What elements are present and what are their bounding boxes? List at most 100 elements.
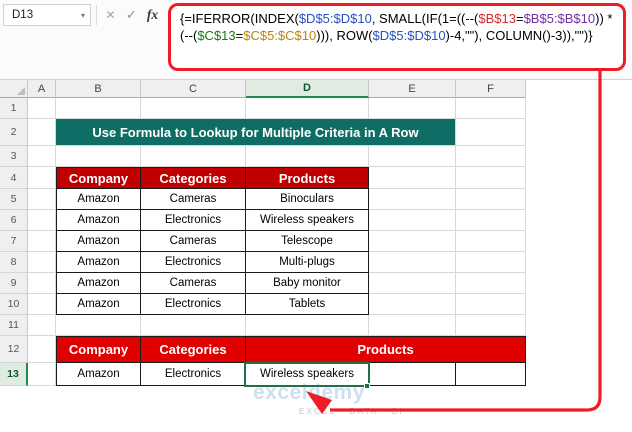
table-cell[interactable]: Telescope: [246, 231, 369, 252]
column-header-b[interactable]: B: [56, 80, 141, 98]
cell[interactable]: [456, 273, 526, 294]
cell[interactable]: [456, 210, 526, 231]
title-banner[interactable]: Use Formula to Lookup for Multiple Crite…: [56, 119, 456, 146]
cell[interactable]: [141, 315, 246, 336]
cell[interactable]: [28, 119, 56, 146]
row-header-3[interactable]: 3: [0, 146, 28, 167]
cell[interactable]: [456, 167, 526, 189]
table-cell[interactable]: Amazon: [56, 273, 141, 294]
cell[interactable]: [369, 294, 456, 315]
table-cell[interactable]: Amazon: [56, 252, 141, 273]
row-header-5[interactable]: 5: [0, 189, 28, 210]
cell[interactable]: [456, 315, 526, 336]
table1-header-categories[interactable]: Categories: [141, 167, 246, 189]
cell[interactable]: [456, 98, 526, 119]
cell[interactable]: [369, 252, 456, 273]
table-cell[interactable]: Cameras: [141, 273, 246, 294]
table-cell[interactable]: Amazon: [56, 210, 141, 231]
table-cell[interactable]: Amazon: [56, 231, 141, 252]
table2-header-categories[interactable]: Categories: [141, 336, 246, 363]
table-cell[interactable]: Electronics: [141, 294, 246, 315]
selected-cell-d13[interactable]: Wireless speakers: [246, 363, 369, 386]
name-box-dropdown-icon[interactable]: ▾: [81, 11, 85, 20]
table2-header-company[interactable]: Company: [56, 336, 141, 363]
column-header-d[interactable]: D: [246, 80, 369, 98]
cell[interactable]: [28, 231, 56, 252]
cell[interactable]: [28, 273, 56, 294]
formula-input[interactable]: {=IFERROR(INDEX($D$5:$D$10, SMALL(IF(1=(…: [168, 3, 626, 71]
table-cell[interactable]: [456, 363, 526, 386]
cell[interactable]: [369, 98, 456, 119]
table2-header-products[interactable]: Products: [246, 336, 526, 363]
cell[interactable]: [28, 98, 56, 119]
cell[interactable]: [141, 146, 246, 167]
cell[interactable]: [56, 146, 141, 167]
cell[interactable]: [28, 336, 56, 363]
row-header-11[interactable]: 11: [0, 315, 28, 336]
cell[interactable]: [56, 315, 141, 336]
cell[interactable]: [28, 210, 56, 231]
cell[interactable]: [456, 252, 526, 273]
cell[interactable]: [369, 210, 456, 231]
table-cell[interactable]: Multi-plugs: [246, 252, 369, 273]
cell[interactable]: [246, 146, 369, 167]
cell[interactable]: [456, 294, 526, 315]
row-header-8[interactable]: 8: [0, 252, 28, 273]
table1-header-company[interactable]: Company: [56, 167, 141, 189]
table-cell[interactable]: Electronics: [141, 210, 246, 231]
insert-function-icon[interactable]: fx: [142, 4, 163, 26]
row-header-12[interactable]: 12: [0, 336, 28, 363]
column-header-f[interactable]: F: [456, 80, 526, 98]
fill-handle[interactable]: [364, 383, 370, 389]
cell[interactable]: [28, 252, 56, 273]
cell[interactable]: [56, 98, 141, 119]
cell[interactable]: [28, 294, 56, 315]
table-cell[interactable]: Amazon: [56, 363, 141, 386]
table-cell[interactable]: [369, 363, 456, 386]
select-all-button[interactable]: [0, 80, 28, 98]
table-cell[interactable]: Amazon: [56, 294, 141, 315]
cell[interactable]: [28, 363, 56, 386]
row-header-9[interactable]: 9: [0, 273, 28, 294]
cell[interactable]: [246, 315, 369, 336]
cancel-icon[interactable]: ✕: [100, 4, 121, 26]
cell[interactable]: [141, 98, 246, 119]
column-header-e[interactable]: E: [369, 80, 456, 98]
column-header-c[interactable]: C: [141, 80, 246, 98]
row-header-7[interactable]: 7: [0, 231, 28, 252]
row-header-2[interactable]: 2: [0, 119, 28, 146]
cell[interactable]: [28, 167, 56, 189]
table-cell[interactable]: Baby monitor: [246, 273, 369, 294]
name-box[interactable]: D13 ▾: [3, 4, 91, 26]
cell[interactable]: [456, 119, 526, 146]
table-cell[interactable]: Cameras: [141, 231, 246, 252]
row-header-10[interactable]: 10: [0, 294, 28, 315]
table-cell[interactable]: Tablets: [246, 294, 369, 315]
row-header-13[interactable]: 13: [0, 363, 28, 386]
cell[interactable]: [369, 231, 456, 252]
cell[interactable]: [456, 146, 526, 167]
row-header-4[interactable]: 4: [0, 167, 28, 189]
cell[interactable]: [246, 98, 369, 119]
cell[interactable]: [456, 189, 526, 210]
cell[interactable]: [28, 315, 56, 336]
row-header-6[interactable]: 6: [0, 210, 28, 231]
table1-header-products[interactable]: Products: [246, 167, 369, 189]
cell[interactable]: [28, 146, 56, 167]
cell[interactable]: [369, 273, 456, 294]
column-header-a[interactable]: A: [28, 80, 56, 98]
cell[interactable]: [369, 167, 456, 189]
table-cell[interactable]: Electronics: [141, 363, 246, 386]
table-cell[interactable]: Cameras: [141, 189, 246, 210]
row-header-1[interactable]: 1: [0, 98, 28, 119]
table-cell[interactable]: Wireless speakers: [246, 210, 369, 231]
cell[interactable]: [456, 231, 526, 252]
cell[interactable]: [28, 189, 56, 210]
table-cell[interactable]: Amazon: [56, 189, 141, 210]
cell[interactable]: [369, 189, 456, 210]
table-cell[interactable]: Electronics: [141, 252, 246, 273]
table-cell[interactable]: Binoculars: [246, 189, 369, 210]
enter-icon[interactable]: ✓: [121, 4, 142, 26]
cell[interactable]: [369, 315, 456, 336]
cell[interactable]: [369, 146, 456, 167]
